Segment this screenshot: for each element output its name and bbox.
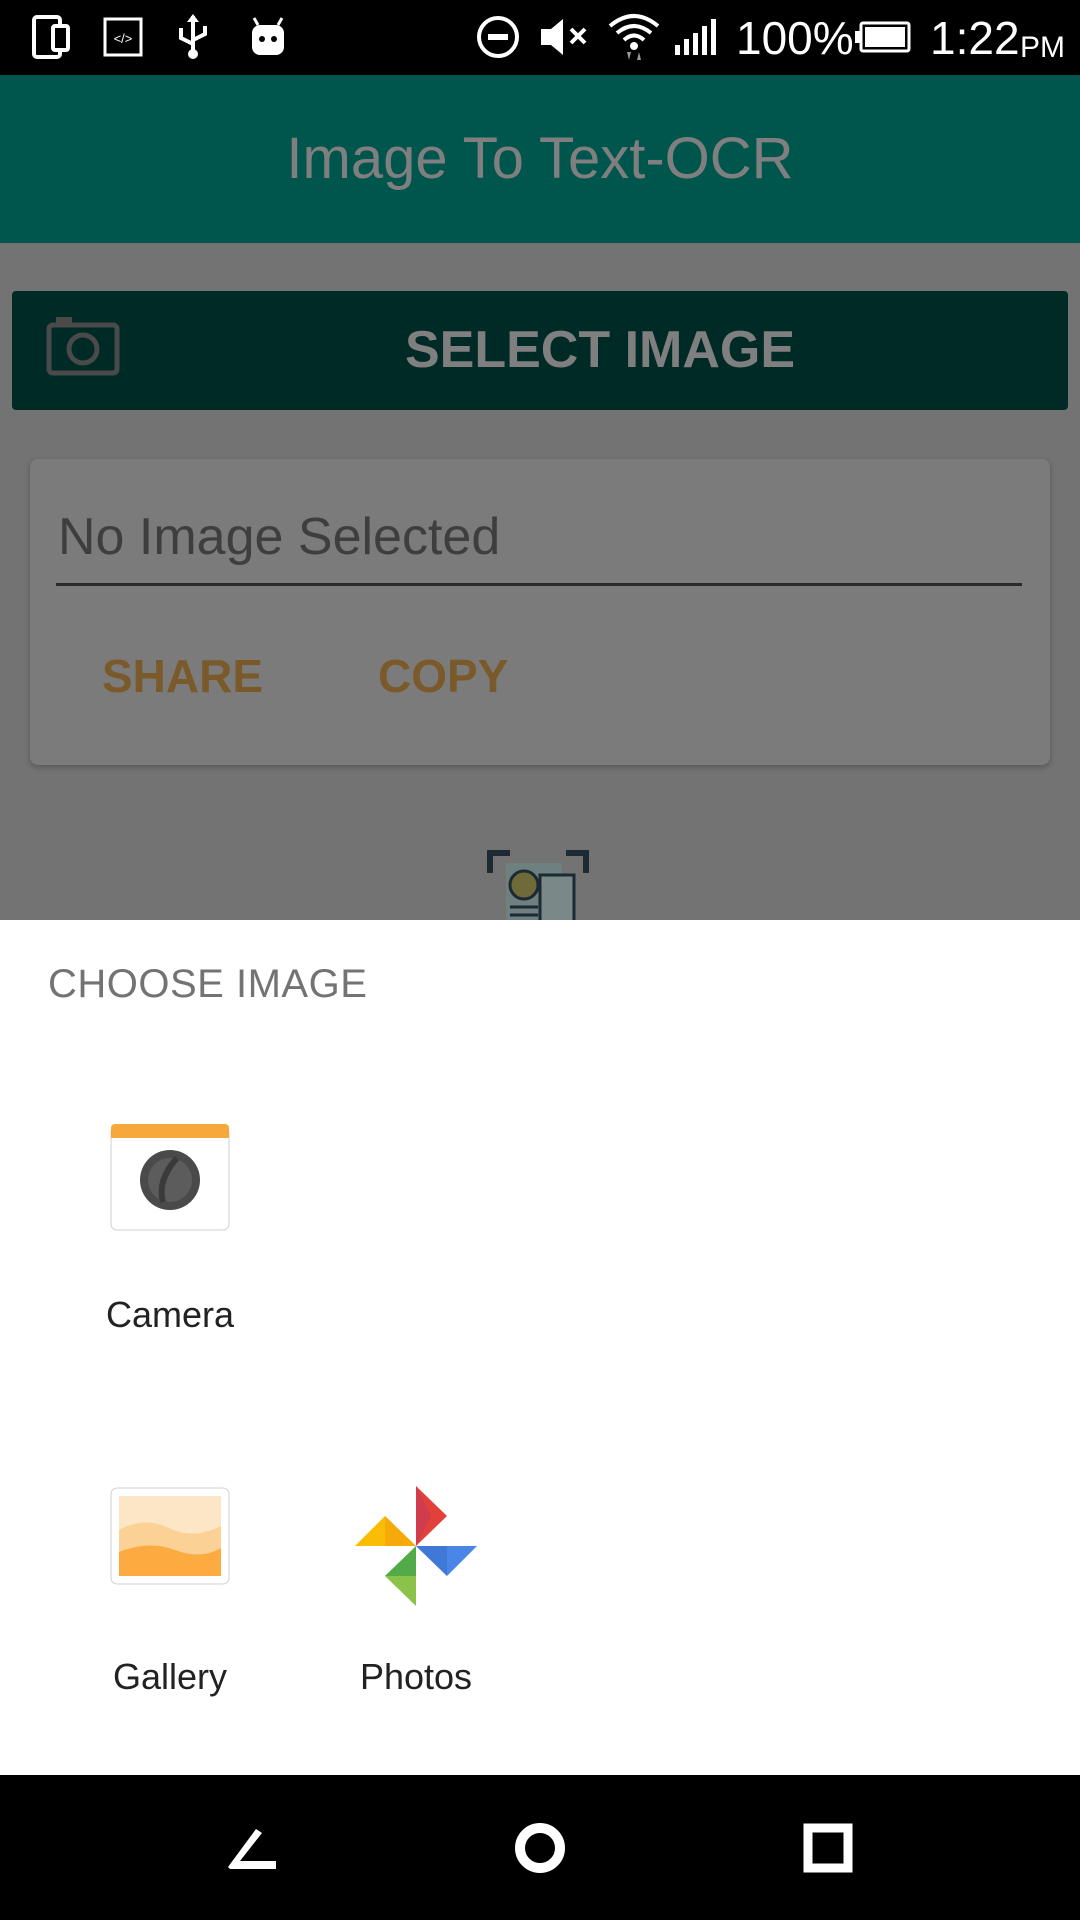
recents-icon[interactable] [768,1775,888,1920]
dnd-icon [474,12,522,62]
photos-app-icon [351,1482,481,1612]
navigation-bar [0,1775,1080,1920]
clock-time: 1:22 [930,12,1020,64]
app-title: Image To Text-OCR [286,126,794,191]
choose-image-sheet: CHOOSE IMAGE Camera Gallery Photos [0,920,1080,1775]
copy-button[interactable]: COPY [378,649,508,703]
chooser-item-photos[interactable]: Photos [316,1482,516,1698]
text-field-underline [56,583,1022,586]
sheet-title: CHOOSE IMAGE [48,962,368,1006]
mute-icon [536,12,592,62]
result-text-field[interactable]: No Image Selected [58,507,500,567]
share-button[interactable]: SHARE [102,649,263,703]
battery-icon [852,12,912,62]
ocr-illustration-icon [482,845,594,925]
select-image-label: SELECT IMAGE [404,321,796,379]
result-card: No Image Selected SHARE COPY [30,459,1050,765]
usb-icon [172,12,214,62]
signal-icon [672,12,720,62]
wifi-icon [606,12,662,62]
select-image-button[interactable]: SELECT IMAGE [12,291,1068,410]
status-bar: </> 100% 1:22 PM [0,0,1080,75]
gallery-app-icon [105,1482,235,1612]
chooser-item-camera[interactable]: Camera [70,1120,270,1336]
chooser-item-label: Gallery [112,1656,228,1697]
clock-ampm: PM [1020,31,1065,64]
chooser-item-label: Photos [359,1656,473,1697]
chooser-item-label: Camera [105,1294,235,1335]
home-icon[interactable] [480,1775,600,1920]
camera-app-icon [105,1120,235,1250]
android-icon [246,12,290,62]
battery-percent: 100% [736,12,854,64]
back-icon[interactable] [192,1775,312,1920]
device-icon [30,12,72,62]
app-bar: Image To Text-OCR [0,75,1080,243]
svg-text:</>: </> [114,31,133,46]
app-background: Image To Text-OCR SELECT IMAGE No Image … [0,75,1080,925]
developer-icon: </> [102,12,144,62]
chooser-item-gallery[interactable]: Gallery [70,1482,270,1698]
